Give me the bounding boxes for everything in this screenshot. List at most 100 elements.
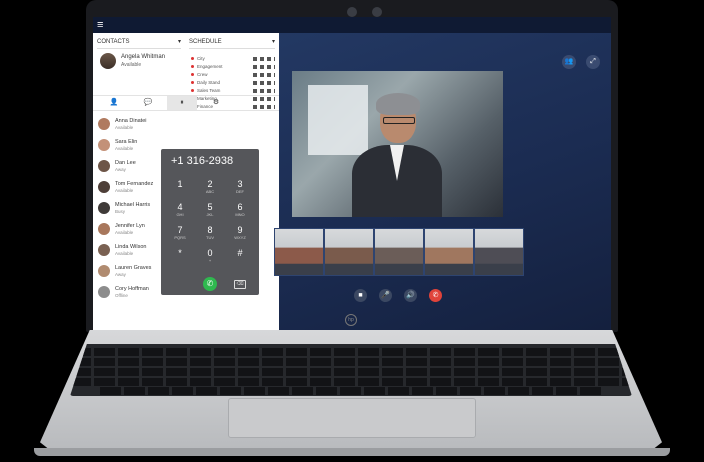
tab-settings[interactable]: ⚙	[201, 96, 231, 110]
contact-name: Tom Fernandez	[115, 181, 154, 187]
schedule-selector[interactable]: SCHEDULE ▾	[189, 36, 275, 49]
status-dot-icon	[191, 73, 194, 77]
schedule-item[interactable]: Crew	[191, 71, 275, 79]
chevron-down-icon: ▾	[271, 39, 275, 45]
delete-icon[interactable]: ⌫	[234, 280, 246, 289]
contact-status: Busy	[115, 209, 126, 214]
dial-key-digit: 2	[207, 179, 213, 189]
dial-key-digit: 3	[237, 179, 243, 189]
contact-name: Sara Elin	[115, 139, 138, 145]
participant-thumbnail[interactable]	[424, 228, 474, 276]
contact-status: Available	[115, 146, 134, 151]
app-top-bar: ≡	[93, 17, 611, 33]
schedule-item[interactable]: Sales Team	[191, 87, 275, 95]
dial-key-digit: 8	[207, 225, 213, 235]
dial-key-letters: JKL	[206, 212, 214, 217]
dialed-number[interactable]: +1 316-2938	[171, 155, 233, 167]
dial-key[interactable]: 6 MNO	[225, 202, 255, 217]
schedule-item[interactable]: Engagement	[191, 63, 275, 71]
mic-icon[interactable]: 🎤	[379, 289, 392, 302]
avatar	[98, 244, 110, 256]
dial-key[interactable]: #	[225, 248, 255, 258]
dial-key-digit: 0	[207, 248, 213, 258]
dial-key[interactable]: 7 PQRS	[165, 225, 195, 240]
end-call-icon[interactable]: ✆	[429, 289, 442, 302]
dial-key[interactable]: 5 JKL	[195, 202, 225, 217]
stop-video-icon[interactable]: ■	[354, 289, 367, 302]
dial-key[interactable]: 3 DEF	[225, 179, 255, 194]
dial-key-digit: 6	[237, 202, 243, 212]
participants-icon[interactable]: 👥	[562, 55, 576, 69]
dial-key[interactable]: 4 GHI	[165, 202, 195, 217]
avatar	[98, 202, 110, 214]
participant-thumbnail[interactable]	[374, 228, 424, 276]
hamburger-menu-icon[interactable]: ≡	[97, 19, 103, 31]
dial-key-letters: +	[208, 258, 212, 263]
dial-key-letters: ABC	[205, 189, 215, 194]
dial-key-letters: MNO	[235, 212, 245, 217]
camera-sensor-icon	[372, 7, 382, 17]
action-icons[interactable]	[253, 65, 275, 69]
participant-thumbnail[interactable]	[324, 228, 374, 276]
action-icons[interactable]	[253, 73, 275, 77]
schedule-item-label: City	[197, 56, 205, 61]
touchpad	[228, 398, 476, 438]
dial-key-digit: *	[178, 248, 182, 258]
status-dot-icon	[191, 57, 194, 61]
action-icons[interactable]	[253, 81, 275, 85]
contact-status: Available	[115, 188, 134, 193]
dial-key-digit: 1	[177, 179, 183, 189]
contact-name: Michael Harris	[115, 202, 151, 208]
tab-chat[interactable]: 💬	[133, 96, 163, 110]
dial-key[interactable]: 0 +	[195, 248, 225, 263]
contact-status: Available	[115, 251, 134, 256]
schedule-item-label: Sales Team	[197, 88, 221, 93]
dial-key[interactable]: 1	[165, 179, 195, 189]
schedule-item-label: Crew	[197, 72, 208, 77]
my-status[interactable]: Available	[121, 62, 141, 68]
expand-icon[interactable]: ⤢	[586, 55, 600, 69]
dial-key[interactable]: 9 WXYZ	[225, 225, 255, 240]
action-icons[interactable]	[253, 89, 275, 93]
speaker-icon[interactable]: 🔊	[404, 289, 417, 302]
contact-name: Anna Dinatei	[115, 118, 147, 124]
action-icons[interactable]	[253, 57, 275, 61]
avatar	[98, 118, 110, 130]
call-button[interactable]: ✆	[203, 277, 217, 291]
dial-key[interactable]: 2 ABC	[195, 179, 225, 194]
dial-key-letters: TUV	[206, 235, 214, 240]
schedule-item[interactable]: City	[191, 55, 275, 63]
avatar	[98, 286, 110, 298]
participant-thumbnail[interactable]	[274, 228, 324, 276]
status-dot-icon	[191, 81, 194, 85]
contact-name: Dan Lee	[115, 160, 136, 166]
contacts-selector-label: CONTACTS	[97, 39, 130, 45]
schedule-item-label: Engagement	[197, 64, 223, 69]
laptop-screen: ≡ CONTACTS ▾ SCHEDULE ▾ Angela Whitman A…	[93, 17, 611, 330]
schedule-item-label: Daily Stand	[197, 80, 221, 85]
my-name: Angela Whitman	[121, 54, 166, 60]
dial-key-digit: 4	[177, 202, 183, 212]
dial-key[interactable]: *	[165, 248, 195, 258]
dial-key-letters: DEF	[236, 189, 244, 194]
contact-name: Lauren Graves	[115, 265, 152, 271]
avatar[interactable]	[100, 53, 116, 69]
contact-status: Away	[115, 167, 126, 172]
tab-pause[interactable]: ⏸	[167, 96, 197, 110]
status-dot-icon	[191, 65, 194, 69]
active-speaker	[352, 85, 442, 217]
main-video-feed[interactable]	[292, 71, 503, 217]
schedule-item[interactable]: Daily Stand	[191, 79, 275, 87]
contacts-selector[interactable]: CONTACTS ▾	[97, 36, 181, 49]
hp-logo-icon: hp	[345, 314, 357, 326]
schedule-selector-label: SCHEDULE	[189, 39, 222, 45]
avatar	[98, 223, 110, 235]
contact-name: Jennifer Lyn	[115, 223, 145, 229]
dial-key[interactable]: 8 TUV	[195, 225, 225, 240]
contact-status: Available	[115, 125, 134, 130]
tab-contacts[interactable]: 👤	[99, 96, 129, 110]
dial-key-digit: 5	[207, 202, 213, 212]
contact-item[interactable]: Anna Dinatei Available	[93, 115, 279, 135]
participant-thumbnail[interactable]	[474, 228, 524, 276]
dial-key-digit: 7	[177, 225, 183, 235]
